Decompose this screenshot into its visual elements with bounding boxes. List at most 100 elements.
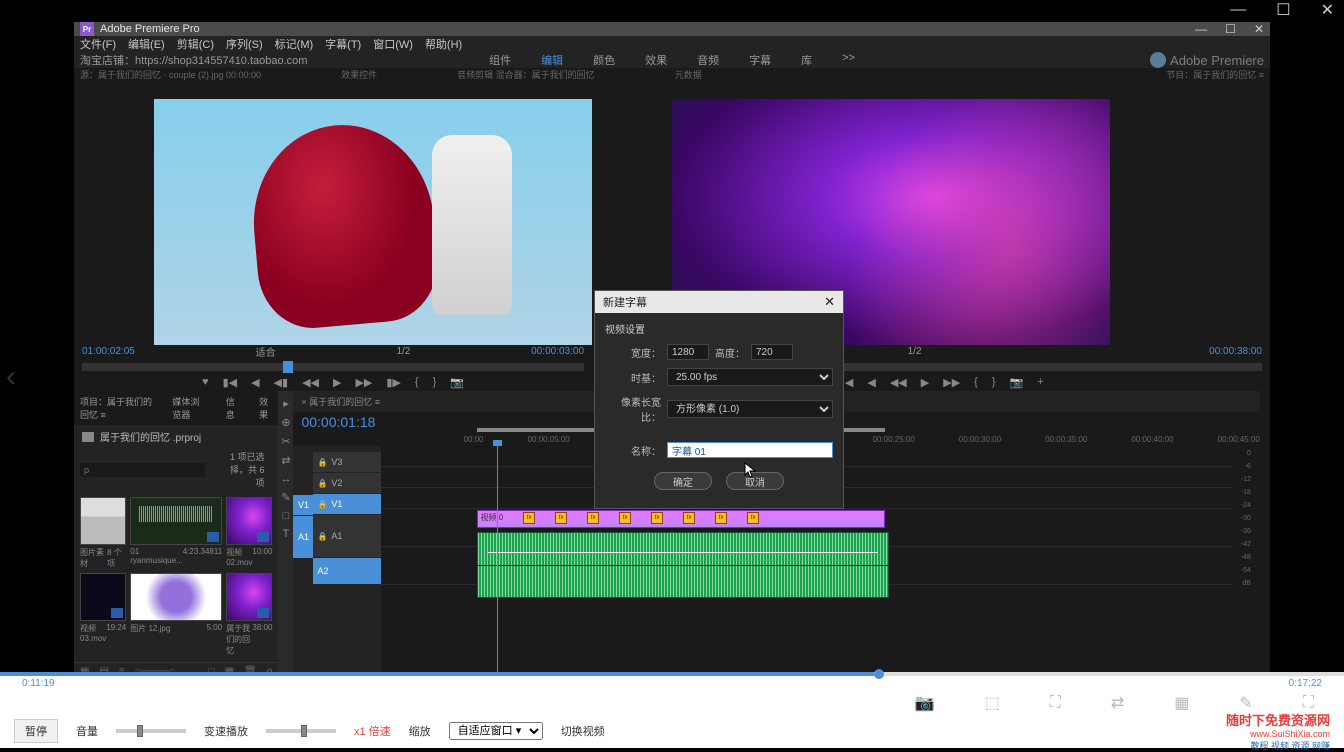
speed-slider[interactable] xyxy=(266,729,336,733)
ws-tab-audio[interactable]: 音频 xyxy=(697,52,719,68)
track-a2-header[interactable]: A2 xyxy=(313,558,381,584)
project-item[interactable]: 属于我们的回忆38:00 xyxy=(226,573,272,656)
program-half[interactable]: 1/2 xyxy=(908,346,922,357)
type-tool-icon[interactable]: T xyxy=(283,528,290,540)
step-fwd-icon[interactable]: ▶▶ xyxy=(943,376,960,389)
lock-icon[interactable]: 🔒 xyxy=(317,500,327,509)
info-tab[interactable]: 信息 xyxy=(226,395,239,421)
goto-in-icon[interactable]: ◀▮ xyxy=(274,376,289,389)
title-name-input[interactable] xyxy=(667,442,833,458)
source-preview-image[interactable] xyxy=(154,99,592,345)
play-icon[interactable]: ▶ xyxy=(921,376,929,389)
volume-rubber-band[interactable] xyxy=(488,552,878,553)
progress-handle[interactable] xyxy=(874,669,884,679)
insert-icon[interactable]: { xyxy=(415,376,419,388)
project-tab[interactable]: 项目：属于我们的回忆 ≡ xyxy=(80,395,152,421)
step-back-icon[interactable]: ◀◀ xyxy=(302,376,319,389)
close-icon[interactable]: ✕ xyxy=(1254,22,1264,36)
menu-edit[interactable]: 编辑(E) xyxy=(128,36,165,52)
width-input[interactable] xyxy=(667,344,709,360)
height-input[interactable] xyxy=(751,344,793,360)
marker-icon[interactable]: ♥ xyxy=(202,376,209,388)
ws-tab-libraries[interactable]: 库 xyxy=(801,52,812,68)
ws-tab-color[interactable]: 颜色 xyxy=(593,52,615,68)
project-item[interactable]: 图片素材8 个项 xyxy=(80,497,126,569)
source-half[interactable]: 1/2 xyxy=(396,346,410,357)
dialog-title-bar[interactable]: 新建字幕 ✕ xyxy=(595,291,843,313)
source-scrub-bar[interactable] xyxy=(82,363,584,371)
camera-icon[interactable]: 📷 xyxy=(915,693,935,713)
par-select[interactable]: 方形像素 (1.0) xyxy=(667,400,833,418)
out-point-icon[interactable]: ◀ xyxy=(867,376,875,389)
selection-tool-icon[interactable]: ▸ xyxy=(283,397,289,410)
ws-tab-editing[interactable]: 编辑 xyxy=(541,52,563,68)
add-icon[interactable]: + xyxy=(1037,376,1043,388)
ws-tab-effects[interactable]: 效果 xyxy=(645,52,667,68)
project-item[interactable]: 图片 12.jpg5:00 xyxy=(130,573,222,656)
pause-button[interactable]: 暂停 xyxy=(14,719,58,743)
ripple-tool-icon[interactable]: ✂ xyxy=(281,435,290,448)
minimize-icon[interactable]: — xyxy=(1195,22,1207,36)
export-frame-icon[interactable]: 📷 xyxy=(1010,376,1024,389)
overwrite-icon[interactable]: } xyxy=(433,376,437,388)
out-point-icon[interactable]: ◀ xyxy=(251,376,259,389)
goto-out-icon[interactable]: ▮▶ xyxy=(386,376,401,389)
ok-button[interactable]: 确定 xyxy=(654,472,712,490)
metadata-tab[interactable]: 元数据 xyxy=(675,68,702,81)
track-v3-header[interactable]: 🔒V3 xyxy=(313,452,381,472)
ws-tab-more[interactable]: >> xyxy=(842,52,855,68)
lift-icon[interactable]: { xyxy=(974,376,978,388)
audio-clip[interactable] xyxy=(477,532,889,598)
slip-tool-icon[interactable]: ↔ xyxy=(280,473,291,485)
menu-window[interactable]: 窗口(W) xyxy=(373,36,413,52)
ws-tab-titles[interactable]: 字幕 xyxy=(749,52,771,68)
video-clip[interactable]: 视频 0 fx fx fx fx fx fx fx fx xyxy=(477,510,885,528)
track-v1-header[interactable]: 🔒V1 xyxy=(313,494,381,514)
project-item[interactable]: 01 ryanmusique...4:23.34811 xyxy=(130,497,222,569)
grid-icon[interactable]: ▦ xyxy=(1174,693,1189,713)
track-v2-header[interactable]: 🔒V2 xyxy=(313,473,381,493)
src-patch-a1[interactable]: A1 xyxy=(293,516,313,558)
timebase-select[interactable]: 25.00 fps xyxy=(667,368,833,386)
project-item[interactable]: 视频03.mov19:24 xyxy=(80,573,126,656)
volume-knob[interactable] xyxy=(137,725,143,737)
playhead[interactable] xyxy=(497,446,498,680)
project-search-input[interactable] xyxy=(80,463,205,477)
menu-marker[interactable]: 标记(M) xyxy=(275,36,314,52)
track-a1-header[interactable]: 🔒A1 xyxy=(313,515,381,557)
track-select-tool-icon[interactable]: ⊕ xyxy=(281,416,290,429)
menu-file[interactable]: 文件(F) xyxy=(80,36,116,52)
project-item[interactable]: 视频 02.mov10:00 xyxy=(226,497,272,569)
play-icon[interactable]: ▶ xyxy=(333,376,341,389)
extract-icon[interactable]: } xyxy=(992,376,996,388)
prev-arrow-icon[interactable]: ‹ xyxy=(6,360,16,394)
swap-icon[interactable]: ⇄ xyxy=(1111,693,1124,713)
lock-icon[interactable]: 🔒 xyxy=(317,479,327,488)
audio-mixer-tab[interactable]: 音频剪辑 混合器：属于我们的回忆 xyxy=(457,68,595,81)
menu-clip[interactable]: 剪辑(C) xyxy=(177,36,214,52)
menu-title[interactable]: 字幕(T) xyxy=(325,36,361,52)
lock-icon[interactable]: 🔒 xyxy=(317,458,327,467)
export-frame-icon[interactable]: 📷 xyxy=(450,376,464,389)
lock-icon[interactable]: 🔒 xyxy=(317,532,327,541)
menu-sequence[interactable]: 序列(S) xyxy=(226,36,263,52)
maximize-icon[interactable]: ☐ xyxy=(1225,22,1236,36)
player-progress-bar[interactable] xyxy=(0,672,1344,676)
effect-controls-tab[interactable]: 效果控件 xyxy=(341,68,377,81)
ws-tab-assembly[interactable]: 组件 xyxy=(489,52,511,68)
step-fwd-icon[interactable]: ▶▶ xyxy=(355,376,372,389)
fullscreen-icon[interactable]: ⛶ xyxy=(1050,694,1061,712)
effects-tab[interactable]: 效果 xyxy=(259,395,272,421)
in-point-icon[interactable]: ▮◀ xyxy=(223,376,238,389)
volume-slider[interactable] xyxy=(116,729,186,733)
os-maximize-icon[interactable]: ☐ xyxy=(1276,0,1290,20)
speed-knob[interactable] xyxy=(301,725,307,737)
hand-tool-icon[interactable]: □ xyxy=(283,510,290,522)
os-minimize-icon[interactable]: — xyxy=(1230,1,1246,19)
source-fit[interactable]: 适合 xyxy=(256,344,276,359)
program-tab[interactable]: 节目：属于我们的回忆 ≡ xyxy=(1166,68,1264,81)
menu-help[interactable]: 帮助(H) xyxy=(425,36,462,52)
step-back-icon[interactable]: ◀◀ xyxy=(890,376,907,389)
media-browser-tab[interactable]: 媒体浏览器 xyxy=(172,395,205,421)
zoom-select[interactable]: 自适应窗口 ▾ xyxy=(449,722,543,740)
